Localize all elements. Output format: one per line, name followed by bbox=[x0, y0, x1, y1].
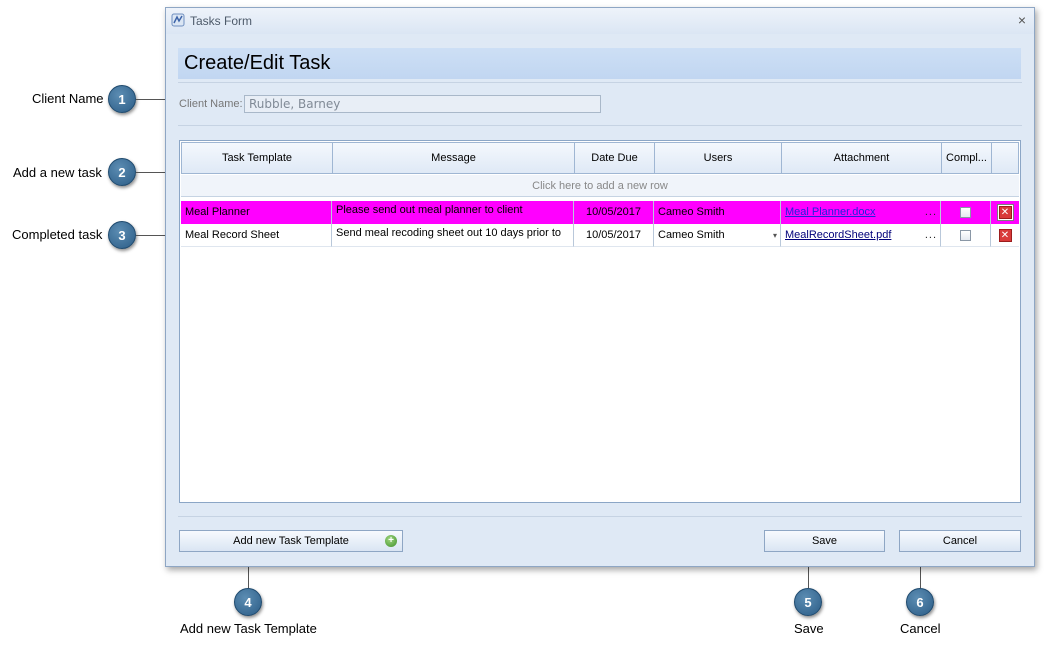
tasks-grid: Task Template Message Date Due Users Att… bbox=[179, 140, 1021, 503]
column-header-date-due[interactable]: Date Due bbox=[575, 143, 655, 173]
cell-users[interactable]: Cameo Smith ▾ bbox=[654, 224, 781, 247]
client-name-label: Client Name: bbox=[179, 98, 243, 110]
cell-users[interactable]: Cameo Smith bbox=[654, 201, 781, 224]
callout-line-3 bbox=[136, 235, 166, 236]
users-value: Cameo Smith bbox=[658, 229, 725, 241]
callout-line-2 bbox=[136, 172, 166, 173]
cancel-button[interactable]: Cancel bbox=[899, 530, 1021, 552]
cell-message[interactable]: Please send out meal planner to client bbox=[332, 201, 574, 224]
window-title: Tasks Form bbox=[190, 14, 253, 28]
table-row[interactable]: Meal Record Sheet Send meal recoding she… bbox=[181, 224, 1019, 247]
cell-delete: ✕ bbox=[991, 224, 1019, 247]
cell-task-template[interactable]: Meal Record Sheet bbox=[181, 224, 332, 247]
divider bbox=[178, 125, 1022, 126]
page-title: Create/Edit Task bbox=[184, 52, 331, 74]
cell-date-due[interactable]: 10/05/2017 bbox=[574, 224, 654, 247]
callout-label-cancel: Cancel bbox=[900, 621, 941, 636]
callout-label-completed-task: Completed task bbox=[12, 227, 103, 242]
cell-attachment: MealRecordSheet.pdf ... bbox=[781, 224, 941, 247]
add-task-template-label: Add new Task Template bbox=[233, 535, 349, 547]
column-header-users[interactable]: Users bbox=[655, 143, 782, 173]
callout-badge-6: 6 bbox=[906, 588, 934, 616]
callout-label-add-task: Add a new task bbox=[13, 165, 102, 180]
title-bar[interactable]: Tasks Form × bbox=[166, 8, 1034, 34]
delete-icon[interactable]: ✕ bbox=[998, 228, 1012, 242]
column-header-message[interactable]: Message bbox=[333, 143, 575, 173]
plus-icon: + bbox=[385, 535, 397, 547]
tasks-form-window: Tasks Form × Create/Edit Task Client Nam… bbox=[165, 7, 1035, 567]
heading-bar: Create/Edit Task bbox=[178, 48, 1021, 79]
callout-badge-4: 4 bbox=[234, 588, 262, 616]
grid-header: Task Template Message Date Due Users Att… bbox=[181, 142, 1019, 174]
column-header-delete bbox=[992, 143, 1020, 173]
delete-icon: ✕ bbox=[998, 205, 1012, 219]
add-new-row[interactable]: Click here to add a new row bbox=[181, 175, 1019, 197]
cell-completed bbox=[941, 201, 991, 224]
column-header-completed[interactable]: Compl... bbox=[942, 143, 992, 173]
cell-attachment: Meal Planner.docx ... bbox=[781, 201, 941, 224]
callout-badge-2: 2 bbox=[108, 158, 136, 186]
chevron-down-icon[interactable]: ▾ bbox=[773, 224, 777, 246]
cell-completed bbox=[941, 224, 991, 247]
close-icon[interactable]: × bbox=[1018, 12, 1026, 28]
cell-date-due[interactable]: 10/05/2017 bbox=[574, 201, 654, 224]
more-icon[interactable]: ... bbox=[925, 201, 937, 224]
delete-button[interactable]: ✕ bbox=[996, 203, 1014, 221]
divider bbox=[178, 516, 1022, 517]
callout-badge-1: 1 bbox=[108, 85, 136, 113]
completed-checkbox[interactable] bbox=[960, 206, 971, 218]
divider bbox=[178, 82, 1022, 83]
callout-line-1 bbox=[136, 99, 166, 100]
callout-label-client-name: Client Name bbox=[32, 91, 104, 106]
attachment-link[interactable]: MealRecordSheet.pdf bbox=[785, 229, 891, 241]
cell-message[interactable]: Send meal recoding sheet out 10 days pri… bbox=[332, 224, 574, 247]
column-header-task-template[interactable]: Task Template bbox=[182, 143, 333, 173]
client-name-field[interactable]: Rubble, Barney bbox=[244, 95, 601, 113]
table-row[interactable]: Meal Planner Please send out meal planne… bbox=[181, 201, 1019, 224]
callout-badge-5: 5 bbox=[794, 588, 822, 616]
cell-delete: ✕ bbox=[991, 201, 1019, 224]
cell-task-template[interactable]: Meal Planner bbox=[181, 201, 332, 224]
column-header-attachment[interactable]: Attachment bbox=[782, 143, 942, 173]
save-button[interactable]: Save bbox=[764, 530, 885, 552]
attachment-link[interactable]: Meal Planner.docx bbox=[785, 206, 876, 218]
callout-label-save: Save bbox=[794, 621, 824, 636]
callout-label-add-template: Add new Task Template bbox=[180, 621, 317, 636]
add-task-template-button[interactable]: Add new Task Template + bbox=[179, 530, 403, 552]
more-icon[interactable]: ... bbox=[925, 224, 937, 246]
callout-badge-3: 3 bbox=[108, 221, 136, 249]
completed-checkbox[interactable] bbox=[960, 229, 971, 241]
app-logo-icon bbox=[171, 13, 185, 27]
